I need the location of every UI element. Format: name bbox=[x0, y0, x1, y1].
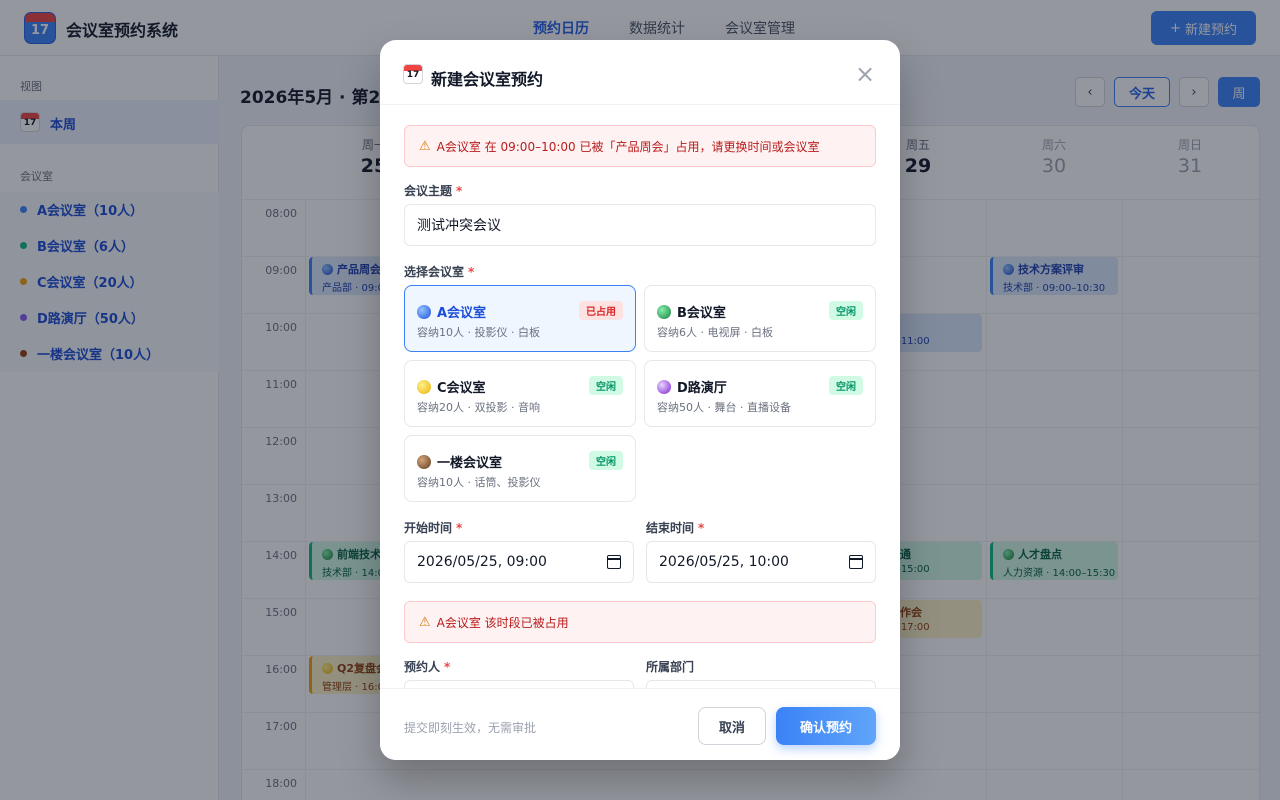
calendar-picker-icon[interactable] bbox=[849, 555, 863, 569]
confirm-booking-button[interactable]: 确认预约 bbox=[776, 707, 876, 745]
cancel-button[interactable]: 取消 bbox=[698, 707, 766, 745]
status-badge: 空闲 bbox=[589, 451, 623, 470]
department-label: 所属部门 bbox=[646, 660, 695, 674]
modal-footer: 提交即刻生效，无需审批 取消 确认预约 bbox=[380, 688, 900, 760]
start-time-input[interactable]: 2026/05/25, 09:00 bbox=[404, 541, 634, 583]
status-badge: 空闲 bbox=[589, 376, 623, 395]
topic-label: 会议主题 * bbox=[404, 184, 463, 198]
conflict-alert: ⚠ A会议室 在 09:00–10:00 已被「产品周会」占用，请更换时间或会议… bbox=[404, 125, 876, 167]
footer-note: 提交即刻生效，无需审批 bbox=[404, 721, 537, 735]
room-select-label: 选择会议室 * bbox=[404, 265, 475, 279]
warning-icon: ⚠ bbox=[419, 614, 431, 630]
blue-circle-icon bbox=[417, 304, 431, 319]
room-option-a[interactable]: A会议室 容纳10人 · 投影仪 · 白板 已占用 bbox=[404, 285, 636, 352]
close-icon[interactable]: × bbox=[854, 60, 876, 88]
calendar-picker-icon[interactable] bbox=[607, 555, 621, 569]
slot-occupied-alert: ⚠ A会议室 该时段已被占用 bbox=[404, 601, 876, 643]
yellow-circle-icon bbox=[417, 379, 431, 394]
room-option-d[interactable]: D路演厅 容纳50人 · 舞台 · 直播设备 空闲 bbox=[644, 360, 876, 427]
start-time-label: 开始时间 * bbox=[404, 521, 463, 535]
brown-circle-icon bbox=[417, 454, 431, 469]
new-booking-modal: 17 新建会议室预约 × ⚠ A会议室 在 09:00–10:00 已被「产品周… bbox=[380, 40, 900, 760]
topic-input[interactable]: 测试冲突会议 bbox=[404, 204, 876, 246]
status-badge: 空闲 bbox=[829, 376, 863, 395]
end-time-label: 结束时间 * bbox=[646, 521, 705, 535]
end-time-input[interactable]: 2026/05/25, 10:00 bbox=[646, 541, 876, 583]
modal-header: 17 新建会议室预约 × bbox=[380, 40, 900, 105]
room-option-b[interactable]: B会议室 容纳6人 · 电视屏 · 白板 空闲 bbox=[644, 285, 876, 352]
warning-icon: ⚠ bbox=[419, 138, 431, 154]
calendar-icon: 17 bbox=[403, 64, 423, 84]
booker-label: 预约人 * bbox=[404, 660, 451, 674]
modal-title: 新建会议室预约 bbox=[431, 70, 544, 89]
green-circle-icon bbox=[657, 304, 671, 319]
room-option-c[interactable]: C会议室 容纳20人 · 双投影 · 音响 空闲 bbox=[404, 360, 636, 427]
status-badge: 已占用 bbox=[579, 301, 623, 320]
purple-circle-icon bbox=[657, 379, 671, 394]
status-badge: 空闲 bbox=[829, 301, 863, 320]
room-option-first-floor[interactable]: 一楼会议室 容纳10人 · 话筒、投影仪 空闲 bbox=[404, 435, 636, 502]
